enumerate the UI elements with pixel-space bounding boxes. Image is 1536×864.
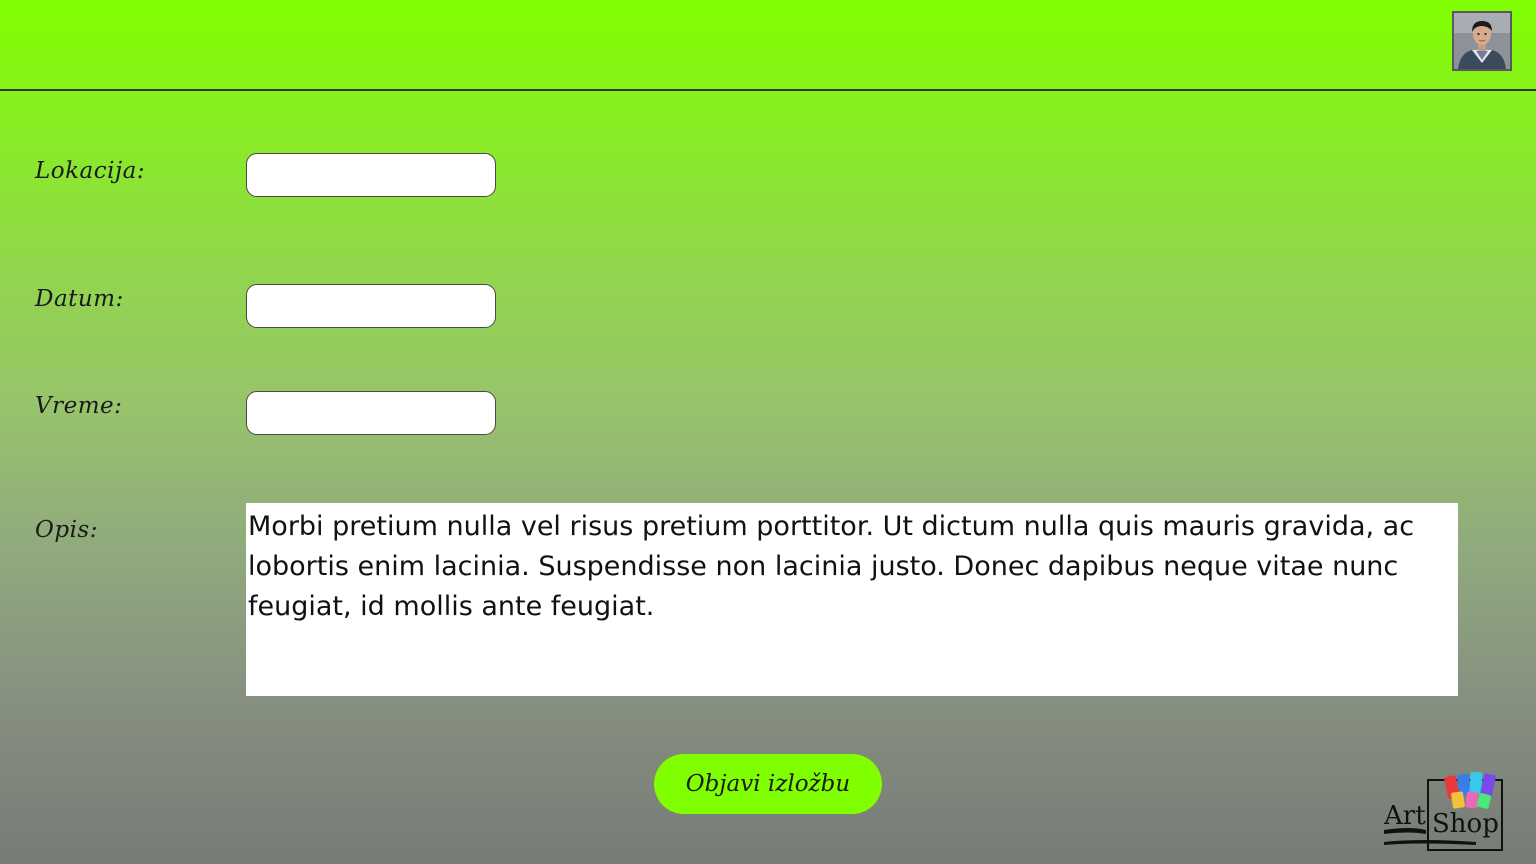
artshop-logo[interactable]: Art Shop [1380,768,1520,856]
publish-exhibition-button[interactable]: Objavi izložbu [654,754,882,814]
location-input[interactable] [246,153,496,197]
artshop-logo-graphic: Art Shop [1383,771,1503,851]
paint-palette-icon [1444,771,1496,809]
date-label: Datum: [35,286,124,312]
logo-art-text: Art [1383,801,1426,831]
description-label: Opis: [35,517,98,543]
time-label: Vreme: [35,393,123,419]
user-avatar-icon[interactable] [1452,11,1512,71]
description-textarea[interactable]: Morbi pretium nulla vel risus pretium po… [246,503,1458,696]
logo-shop-text: Shop [1432,809,1499,839]
avatar-portrait [1454,13,1510,69]
time-input[interactable] [246,391,496,435]
location-label: Lokacija: [35,158,146,184]
date-input[interactable] [246,284,496,328]
top-header [0,0,1536,91]
